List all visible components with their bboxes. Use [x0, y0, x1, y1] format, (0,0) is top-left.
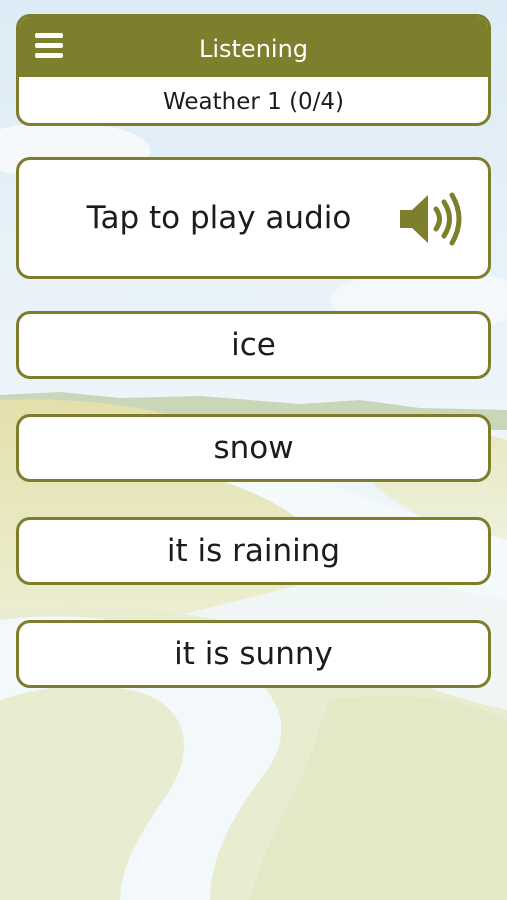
answer-option-it-is-sunny[interactable]: it is sunny	[16, 620, 491, 688]
lesson-progress: Weather 1 (0/4)	[162, 89, 345, 115]
title-bar: Listening	[19, 17, 488, 77]
play-audio-button[interactable]: Tap to play audio	[16, 157, 491, 279]
answer-option-snow[interactable]: snow	[16, 414, 491, 482]
app-screen: Listening Weather 1 (0/4) Tap to play au…	[0, 0, 507, 900]
play-audio-label: Tap to play audio	[86, 200, 352, 236]
speaker-icon	[400, 192, 462, 246]
lesson-header: Listening Weather 1 (0/4)	[16, 14, 491, 126]
page-title: Listening	[198, 35, 309, 63]
answer-option-ice[interactable]: ice	[16, 311, 491, 379]
answer-option-it-is-raining[interactable]: it is raining	[16, 517, 491, 585]
